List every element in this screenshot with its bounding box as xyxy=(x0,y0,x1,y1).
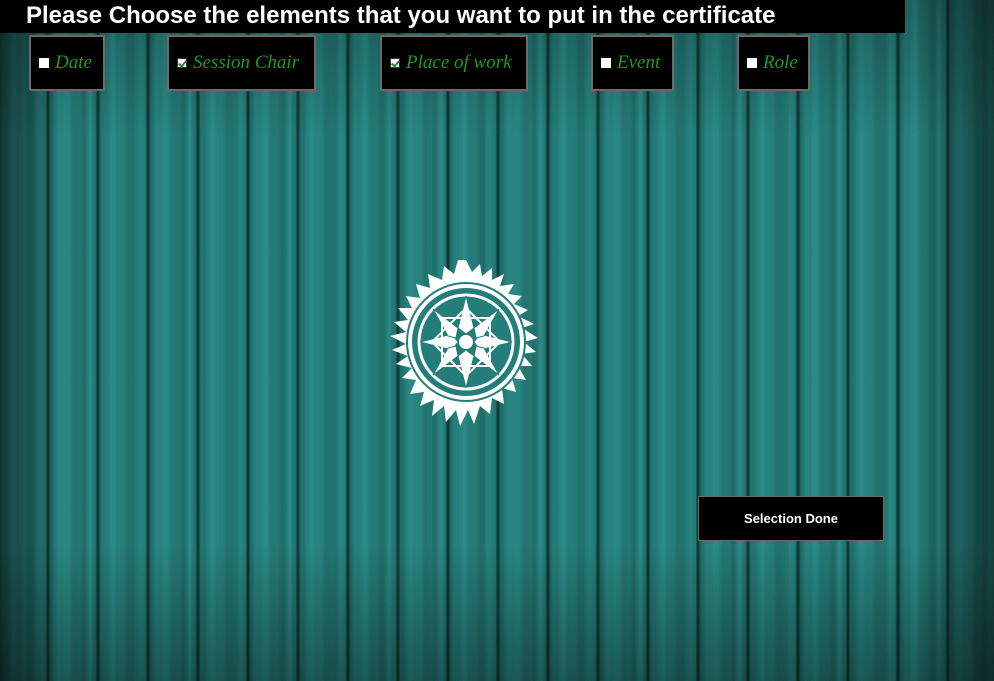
option-date-label: Date xyxy=(55,52,92,73)
role-checkbox[interactable] xyxy=(747,58,757,68)
selection-done-button[interactable]: Selection Done xyxy=(698,496,884,541)
header-bar: Please Choose the elements that you want… xyxy=(0,0,905,33)
option-place-of-work-label: Place of work xyxy=(406,52,512,73)
session-chair-checkbox[interactable] xyxy=(177,58,187,68)
option-role-label: Role xyxy=(763,52,798,73)
option-event-label: Event xyxy=(617,52,661,73)
place-of-work-checkbox[interactable] xyxy=(390,58,400,68)
option-place-of-work[interactable]: Place of work xyxy=(380,35,528,91)
option-session-chair[interactable]: Session Chair xyxy=(167,35,316,91)
option-date[interactable]: Date xyxy=(29,35,105,91)
option-role[interactable]: Role xyxy=(737,35,810,91)
option-event[interactable]: Event xyxy=(591,35,674,91)
option-session-chair-label: Session Chair xyxy=(193,52,300,73)
star-compass-emblem-icon xyxy=(390,260,538,426)
page-title: Please Choose the elements that you want… xyxy=(26,2,776,29)
event-checkbox[interactable] xyxy=(601,58,611,68)
date-checkbox[interactable] xyxy=(39,58,49,68)
